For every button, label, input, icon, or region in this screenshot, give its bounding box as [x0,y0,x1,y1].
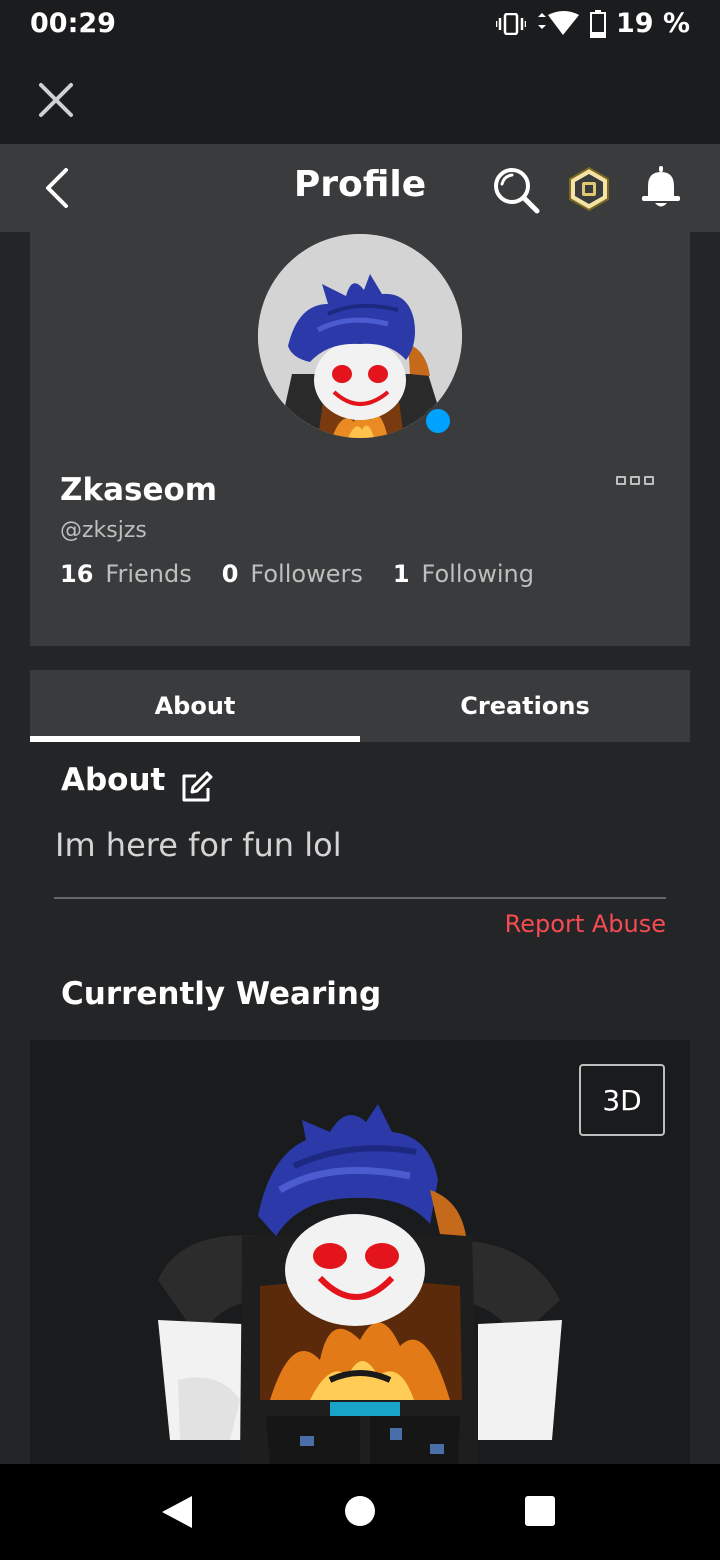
tab-about[interactable]: About [30,670,360,742]
friends-stat[interactable]: 16 Friends [60,560,192,588]
status-time: 00:29 [30,8,116,39]
about-heading: About [61,762,166,798]
online-status-dot [423,406,453,436]
bell-icon[interactable] [640,166,682,210]
friends-label: Friends [105,560,192,588]
following-count: 1 [392,560,410,588]
search-icon[interactable] [492,166,540,214]
close-icon[interactable] [36,80,76,120]
profile-card: Zkaseom @zksjzs 16 Friends 0 Followers 1… [30,232,690,646]
display-name: Zkaseom [60,472,218,508]
screen: 00:29 19 % Profile Zkaseom @zksjzs 16 Fr… [0,0,720,1560]
profile-tabs: About Creations [30,670,690,742]
followers-count: 0 [221,560,239,588]
nav-recents-icon[interactable] [525,1496,555,1526]
profile-stats: 16 Friends 0 Followers 1 Following [60,560,564,588]
report-abuse-link[interactable]: Report Abuse [505,910,666,938]
friends-count: 16 [60,560,94,588]
avatar-preview[interactable]: 3D [30,1040,690,1464]
battery-icon [589,9,606,38]
page-title: Profile [293,164,427,205]
status-icons: 19 % [495,8,690,39]
following-stat[interactable]: 1 Following [393,560,534,588]
nav-back-icon[interactable] [160,1494,194,1530]
currently-wearing-heading: Currently Wearing [61,976,382,1012]
wifi-icon [537,10,579,35]
vibrate-icon [495,12,526,35]
battery-percent: 19 % [615,8,690,39]
robux-icon[interactable] [566,166,612,212]
followers-label: Followers [250,560,363,588]
about-description: Im here for fun lol [55,826,342,864]
status-bar: 00:29 19 % [0,0,720,52]
system-nav-bar [0,1464,720,1560]
followers-stat[interactable]: 0 Followers [222,560,363,588]
close-bar [0,52,720,144]
edit-icon[interactable] [180,770,214,804]
3d-toggle-button[interactable]: 3D [579,1064,665,1136]
divider [54,897,666,899]
tab-creations[interactable]: Creations [360,670,690,742]
username: @zksjzs [60,518,147,543]
header: Profile [0,144,720,232]
more-options-icon[interactable] [616,476,658,490]
nav-home-icon[interactable] [345,1496,375,1526]
following-label: Following [421,560,534,588]
